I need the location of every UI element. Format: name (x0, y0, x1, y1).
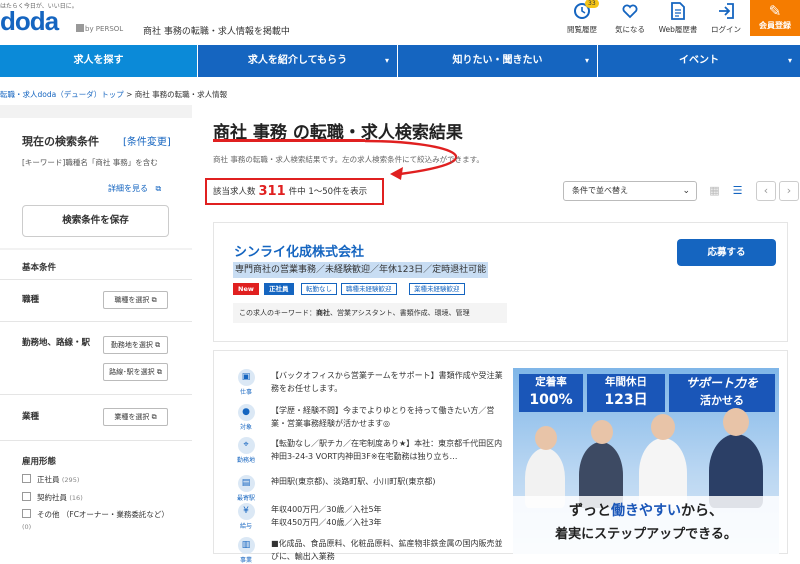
register-button[interactable]: ✎ 会員登録 (750, 0, 800, 36)
persol-mark-icon (76, 24, 84, 32)
page-subtitle: 商社 事務の転職・求人検索結果です。左の求人検索条件にて絞込みができます。 (213, 155, 484, 164)
yen-icon: ¥ 給与 (233, 503, 259, 530)
annotation-underline (213, 139, 365, 142)
external-link-icon: ⧉ (151, 296, 157, 304)
grid-view-icon[interactable]: ▦ (707, 183, 722, 198)
chevron-down-icon: ▾ (584, 56, 589, 65)
job-type-label: 職種 (22, 295, 40, 305)
job-keywords: この求人のキーワード：商社、営業アシスタント、書類作成、環境、管理 (233, 303, 507, 323)
detail-link[interactable]: 詳細を見る ⧉ (108, 183, 161, 194)
breadcrumb-current: 商社 事務の転職・求人情報 (134, 90, 228, 99)
list-view-icon[interactable]: ☰ (730, 183, 745, 198)
checkbox-icon (22, 474, 31, 483)
select-industry-button[interactable]: 業種を選択 ⧉ (103, 408, 168, 426)
breadcrumb-top-link[interactable]: 転職・求人doda（デューダ）トップ (0, 90, 124, 99)
history-button[interactable]: 33 閲覧履歴 (558, 0, 606, 35)
building-icon: ▥ 事業 (233, 537, 259, 564)
divider (0, 394, 192, 395)
tag-no-transfer: 転勤なし (301, 283, 337, 295)
basic-conditions-heading: 基本条件 (22, 263, 57, 273)
chevron-right-icon: › (786, 184, 792, 197)
result-count: 該当求人数 311 件中 1～50件を表示 (213, 184, 368, 199)
main-nav: 求人を探す 求人を紹介してもらう ▾ 知りたい・聞きたい ▾ イベント ▾ (0, 45, 800, 77)
external-link-icon: ⧉ (156, 368, 162, 376)
employment-label: 雇用形態 (22, 457, 57, 467)
banner-holidays-box: 年間休日 123日 (587, 374, 665, 412)
industry-label: 業種 (22, 412, 40, 422)
divider (0, 321, 192, 322)
map-pin-icon: ⌖ 勤務地 (233, 437, 259, 464)
company-name[interactable]: シンライ化成株式会社 (234, 241, 364, 260)
checkbox-icon (22, 492, 31, 501)
resume-button[interactable]: Web履歴書 (654, 2, 702, 35)
header-description: 商社 事務の転職・求人情報を掲載中 (143, 27, 290, 37)
tab-events[interactable]: イベント ▾ (598, 45, 800, 77)
result-count-number: 311 (258, 184, 286, 199)
sort-select[interactable]: 条件で並べ替え ⌄ (563, 181, 697, 201)
history-badge: 33 (585, 0, 599, 8)
apply-button[interactable]: 応募する (677, 239, 776, 266)
tag-new: New (233, 283, 259, 295)
doda-logo[interactable]: doda (0, 6, 59, 37)
heart-icon (606, 2, 654, 22)
chevron-down-icon: ⌄ (682, 186, 690, 196)
favorite-button[interactable]: 気になる (606, 2, 654, 35)
tag-industry-inexperienced: 業種未経験歓迎 (409, 283, 465, 295)
job-banner-image[interactable]: 定着率 100% 年間休日 123日 サポート力を 活かせる ずっと働きやすいか… (513, 368, 779, 554)
tab-get-introduced[interactable]: 求人を紹介してもらう ▾ (198, 45, 398, 77)
persol-logo: by PERSOL (74, 24, 123, 33)
next-page-button[interactable]: › (779, 181, 799, 201)
external-link-icon: ⧉ (151, 413, 157, 421)
location-label: 勤務地、路線・駅 (22, 338, 91, 348)
current-conditions-title: 現在の検索条件 (22, 135, 99, 148)
person-icon: ● 対象 (233, 404, 259, 431)
site-header: はたらく今日が、いい日に。 doda by PERSOL 商社 事務の転職・求人… (0, 0, 800, 45)
tab-learn-ask[interactable]: 知りたい・聞きたい ▾ (398, 45, 598, 77)
train-icon: ▤ 最寄駅 (233, 475, 259, 502)
save-conditions-button[interactable]: 検索条件を保存 (22, 205, 169, 237)
login-icon (702, 2, 750, 22)
keyword-condition: [キーワード]職種名「商社 事務」を含む (22, 158, 158, 167)
pencil-icon: ✎ (768, 2, 782, 20)
employment-other-checkbox[interactable]: その他 （FCオーナー・業務委託など） (0) (22, 509, 172, 533)
change-conditions-link[interactable]: [条件変更] (123, 133, 171, 148)
external-link-icon: ⧉ (155, 184, 162, 193)
select-job-type-button[interactable]: 職種を選択 ⧉ (103, 291, 168, 309)
employment-contract-checkbox[interactable]: 契約社員 (16) (22, 492, 83, 503)
divider (0, 440, 192, 441)
chevron-down-icon: ▾ (787, 56, 792, 65)
external-link-icon: ⧉ (155, 341, 161, 349)
select-location-button[interactable]: 勤務地を選択 ⧉ (103, 336, 168, 354)
breadcrumb: 転職・求人doda（デューダ）トップ > 商社 事務の転職・求人情報 (0, 90, 228, 99)
clock-icon: 33 (558, 0, 606, 22)
banner-copy: ずっと働きやすいから、 着実にステップアップできる。 (513, 496, 779, 554)
banner-retention-box: 定着率 100% (519, 374, 583, 412)
select-station-button[interactable]: 路線･駅を選択 ⧉ (103, 363, 168, 381)
login-button[interactable]: ログイン (702, 2, 750, 35)
prev-page-button[interactable]: ‹ (756, 181, 776, 201)
tab-search-jobs[interactable]: 求人を探す (0, 45, 198, 77)
chevron-down-icon: ▾ (384, 56, 389, 65)
tag-job-inexperienced: 職種未経験歓迎 (341, 283, 397, 295)
briefcase-icon: ▣ 仕事 (233, 369, 259, 396)
document-icon (654, 2, 702, 22)
checkbox-icon (22, 509, 31, 518)
employment-fulltime-checkbox[interactable]: 正社員 (295) (22, 474, 79, 485)
chevron-left-icon: ‹ (763, 184, 769, 197)
job-title[interactable]: 専門商社の営業事務／未経験歓迎／年休123日／定時退社可能 (233, 262, 489, 278)
tag-fulltime: 正社員 (264, 283, 294, 295)
banner-support-box: サポート力を 活かせる (669, 374, 775, 412)
divider (0, 279, 192, 280)
